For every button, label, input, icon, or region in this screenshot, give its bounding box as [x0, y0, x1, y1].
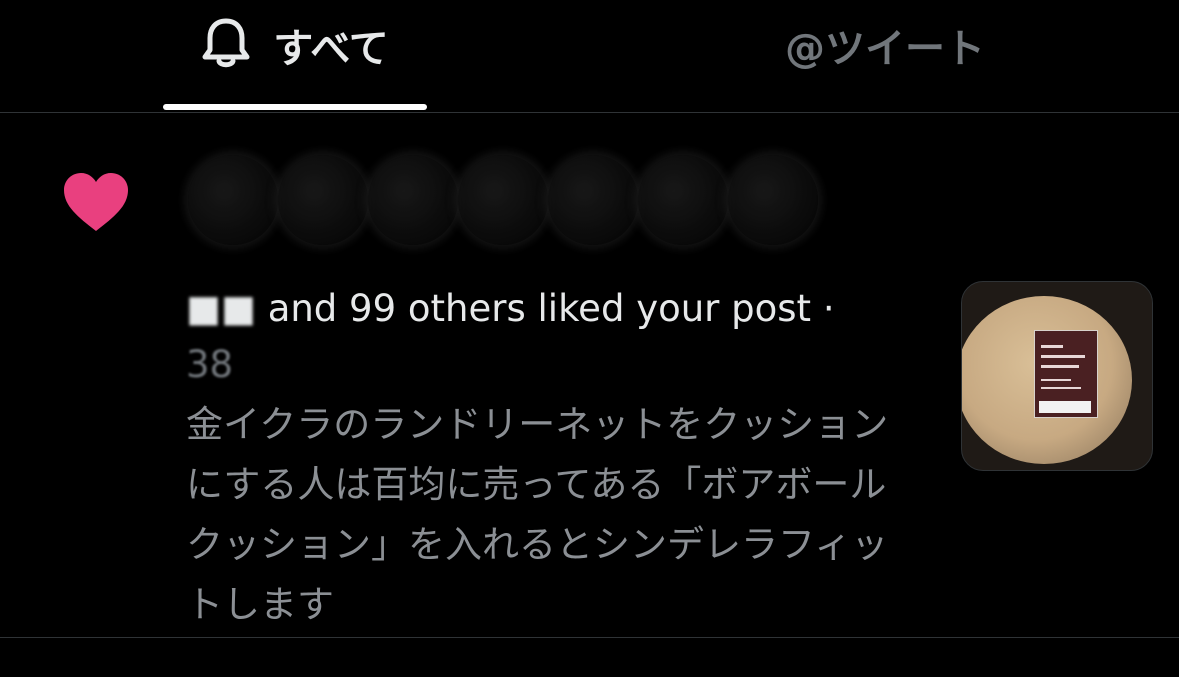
tab-all[interactable]: すべて	[163, 0, 427, 112]
avatar[interactable]	[188, 155, 278, 245]
avatar[interactable]	[458, 155, 548, 245]
active-tab-indicator	[163, 104, 427, 110]
likers-summary: ■■ and 99 others liked your post · 38	[186, 281, 926, 393]
avatar[interactable]	[548, 155, 638, 245]
tab-mentions[interactable]: @ツイート	[760, 0, 1010, 112]
avatar[interactable]	[368, 155, 458, 245]
heart-icon	[62, 171, 130, 233]
avatar[interactable]	[278, 155, 368, 245]
tab-all-label: すべて	[273, 26, 389, 72]
like-notification[interactable]: ■■ and 99 others liked your post · 38 金イ…	[0, 113, 1179, 638]
post-thumbnail[interactable]	[961, 281, 1153, 471]
avatar[interactable]	[638, 155, 728, 245]
timestamp: 38	[186, 343, 234, 386]
notification-tabs: すべて @ツイート	[0, 0, 1179, 113]
liker-avatars[interactable]	[188, 155, 818, 245]
tab-mentions-label: @ツイート	[785, 26, 985, 72]
product-tag-image	[1034, 330, 1098, 418]
bell-icon	[201, 17, 251, 73]
post-excerpt: 金イクラのランドリーネットをクッションにする人は百均に売ってある「ボアボールクッ…	[186, 403, 889, 626]
likers-text: and 99 others liked your post ·	[267, 287, 835, 330]
liker-name[interactable]: ■■	[186, 287, 256, 330]
notifications-screen: すべて @ツイート ■■ and 99 others liked your po…	[0, 0, 1179, 677]
avatar[interactable]	[728, 155, 818, 245]
